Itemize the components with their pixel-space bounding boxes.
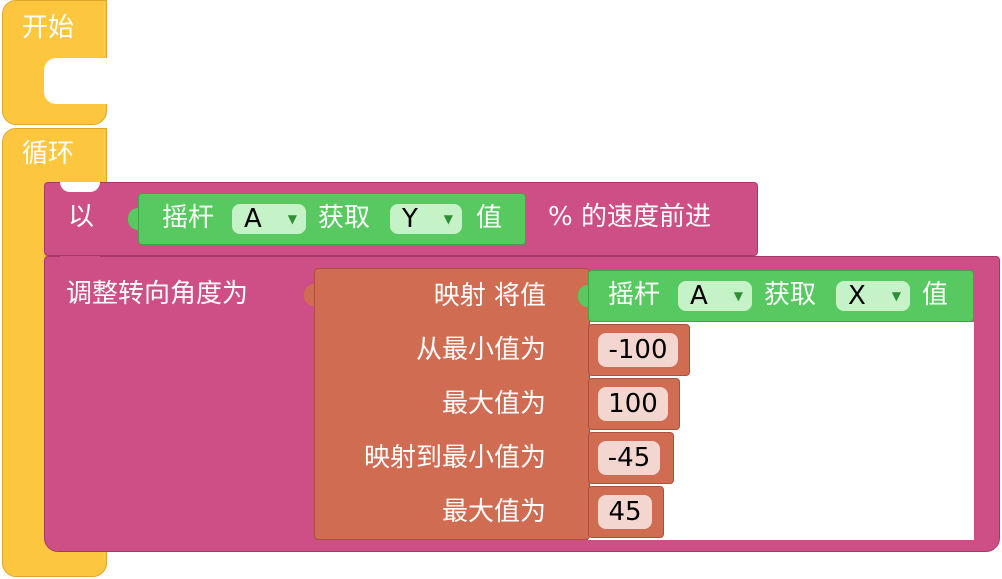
from-min-label: 从最小值为 [415, 335, 546, 365]
move-block-top-notch [60, 182, 100, 192]
joystick-y-label: 摇杆 [162, 203, 215, 233]
map-block-title: 映射 将值 [433, 281, 546, 311]
to-max-label: 最大值为 [441, 497, 546, 527]
steer-block-top-notch [60, 256, 100, 260]
joystick-y-axis-value: Y [402, 204, 418, 234]
joystick-x-axis-value: X [848, 281, 866, 311]
joystick-x-stick-dropdown[interactable]: A ▼ [678, 281, 752, 311]
joystick-y-stick-dropdown[interactable]: A ▼ [232, 204, 306, 234]
joystick-x-label: 摇杆 [608, 280, 661, 310]
joystick-x-stick-value: A [690, 281, 708, 311]
chevron-down-icon: ▼ [891, 289, 901, 303]
to-max-input[interactable]: 45 [598, 495, 652, 529]
start-block-slot [44, 58, 108, 104]
joystick-y-axis-dropdown[interactable]: Y ▼ [390, 204, 462, 234]
loop-block-label: 循环 [22, 139, 75, 169]
from-min-input[interactable]: -100 [598, 333, 678, 367]
from-max-label: 最大值为 [441, 389, 546, 419]
start-block-label: 开始 [22, 13, 75, 43]
joystick-x-value-label: 值 [922, 280, 949, 310]
to-min-input[interactable]: -45 [598, 441, 660, 475]
chevron-down-icon: ▼ [443, 212, 453, 226]
steer-block-label: 调整转向角度为 [66, 279, 249, 309]
joystick-x-get-label: 获取 [764, 280, 817, 310]
from-max-input[interactable]: 100 [598, 387, 668, 421]
joystick-y-stick-value: A [244, 204, 262, 234]
chevron-down-icon: ▼ [287, 212, 297, 226]
chevron-down-icon: ▼ [733, 289, 743, 303]
joystick-y-value-label: 值 [476, 203, 503, 233]
joystick-x-axis-dropdown[interactable]: X ▼ [836, 281, 910, 311]
joystick-y-get-label: 获取 [318, 203, 371, 233]
move-block-prefix: 以 [68, 202, 95, 232]
to-min-label: 映射到最小值为 [363, 443, 546, 473]
move-block-suffix: % 的速度前进 [548, 202, 711, 232]
